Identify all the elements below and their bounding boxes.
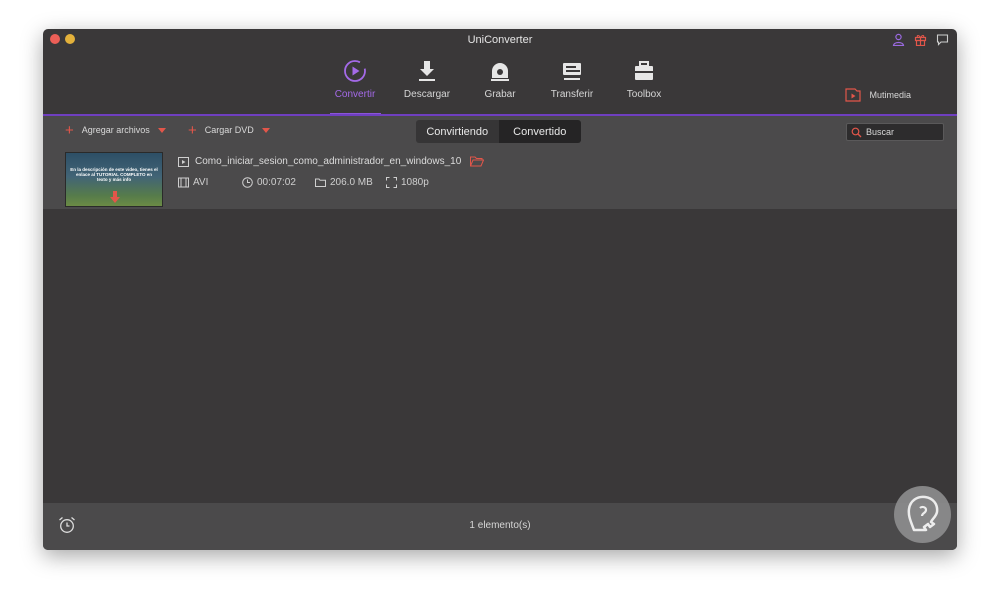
item-count: 1 elemento(s) xyxy=(469,520,531,531)
multimedia-icon xyxy=(845,88,862,102)
tab-convertido[interactable]: Convertido xyxy=(498,120,581,143)
file-size-value: 206.0 MB xyxy=(330,177,373,188)
search-box[interactable] xyxy=(846,123,944,141)
feedback-icon[interactable] xyxy=(936,33,949,46)
file-resolution-value: 1080p xyxy=(401,177,429,188)
watermark-logo xyxy=(894,486,951,543)
tab-convertir-label: Convertir xyxy=(334,89,376,100)
add-files-label: Agregar archivos xyxy=(81,125,150,135)
tab-convirtiendo[interactable]: Convirtiendo xyxy=(416,120,499,143)
file-format: AVI xyxy=(178,177,208,188)
tab-convertir[interactable]: Convertir xyxy=(320,59,390,100)
tab-transferir-label: Transferir xyxy=(550,89,594,100)
toolbox-icon xyxy=(635,61,653,80)
tab-descargar[interactable]: Descargar xyxy=(392,59,462,100)
add-files-button[interactable]: + Agregar archivos xyxy=(65,121,166,139)
clock-icon xyxy=(242,177,253,188)
file-list-item[interactable]: En la descripción de este video, tienes … xyxy=(43,147,957,209)
file-format-value: AVI xyxy=(193,177,209,188)
file-name: Como_iniciar_sesion_como_administrador_e… xyxy=(195,156,462,167)
tab-grabar-label: Grabar xyxy=(484,89,516,100)
arrow-down-icon xyxy=(110,191,120,203)
video-thumbnail[interactable]: En la descripción de este video, tienes … xyxy=(65,152,163,207)
burn-icon xyxy=(491,63,509,81)
folder-icon xyxy=(315,178,326,187)
multimedia-label: Mutimedia xyxy=(869,90,911,100)
plus-icon: + xyxy=(188,121,197,139)
multimedia-button[interactable]: Mutimedia xyxy=(845,88,911,102)
tab-descargar-label: Descargar xyxy=(403,89,451,100)
tab-grabar[interactable]: Grabar xyxy=(465,59,535,100)
file-duration: 00:07:02 xyxy=(242,177,296,188)
file-size: 206.0 MB xyxy=(315,177,373,188)
download-icon xyxy=(419,61,435,81)
search-icon xyxy=(851,127,862,137)
file-resolution: 1080p xyxy=(386,177,429,188)
toolbar: + Agregar archivos + Cargar DVD Convirti… xyxy=(43,116,957,147)
tab-transferir[interactable]: Transferir xyxy=(537,59,607,100)
thumbnail-text: En la descripción de este video, tienes … xyxy=(70,167,158,182)
user-icon[interactable] xyxy=(892,33,905,46)
title-bar: UniConverter xyxy=(43,29,957,51)
main-nav: Convertir Descargar Grabar Transferir To… xyxy=(43,51,957,115)
convert-icon xyxy=(344,60,366,82)
resolution-icon xyxy=(386,177,397,188)
file-duration-value: 00:07:02 xyxy=(257,177,296,188)
file-name-row: Como_iniciar_sesion_como_administrador_e… xyxy=(178,156,461,167)
tab-toolbox-label: Toolbox xyxy=(626,89,662,100)
film-icon xyxy=(178,177,189,188)
status-bar: 1 elemento(s) xyxy=(43,503,957,550)
file-list-area xyxy=(43,209,957,503)
tab-toolbox[interactable]: Toolbox xyxy=(609,59,679,100)
video-file-icon xyxy=(178,156,189,167)
search-input[interactable] xyxy=(866,127,936,137)
transfer-icon xyxy=(563,63,581,80)
folder-open-icon[interactable] xyxy=(470,156,484,167)
chevron-down-icon[interactable] xyxy=(261,127,270,133)
plus-icon: + xyxy=(65,121,74,139)
app-window: UniConverter Convertir Descargar Grabar xyxy=(43,29,957,550)
window-title: UniConverter xyxy=(467,34,533,46)
chevron-down-icon[interactable] xyxy=(157,127,166,133)
load-dvd-label: Cargar DVD xyxy=(204,125,254,135)
gift-icon[interactable] xyxy=(914,33,927,46)
load-dvd-button[interactable]: + Cargar DVD xyxy=(188,121,270,139)
status-segmented-control: Convirtiendo Convertido xyxy=(416,120,581,143)
